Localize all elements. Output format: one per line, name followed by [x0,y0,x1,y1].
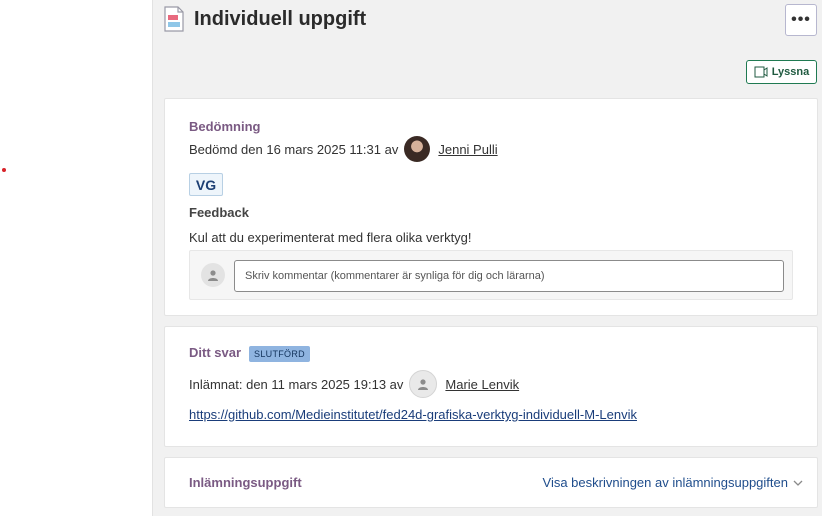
listen-button[interactable]: Lyssna [746,60,817,84]
page-header: Individuell uppgift ••• [163,4,822,36]
feedback-text: Kul att du experimenterat med flera olik… [189,230,472,245]
chevron-down-icon [793,480,803,486]
answer-meta: Inlämnat: den 11 mars 2025 19:13 av Mari… [189,369,519,399]
assessment-card: Bedömning Bedömd den 16 mars 2025 11:31 … [164,98,818,316]
comment-box [189,250,793,300]
listen-label: Lyssna [771,66,810,78]
feedback-heading: Feedback [189,205,249,220]
task-card: Inlämningsuppgift Visa beskrivningen av … [164,457,818,508]
show-description-link[interactable]: Visa beskrivningen av inlämningsuppgifte… [543,475,803,490]
assignment-document-icon [164,6,184,32]
user-avatar-icon [201,263,225,287]
answer-title: Ditt svar [189,345,242,360]
grade-badge: VG [189,173,223,196]
task-title: Inlämningsuppgift [189,475,302,490]
main-content: Individuell uppgift ••• Lyssna Bedömning… [152,0,822,516]
red-dot-marker [2,168,6,172]
submitter-avatar-icon [409,370,438,398]
submitter-link[interactable]: Marie Lenvik [445,377,519,392]
answer-meta-text: Inlämnat: den 11 mars 2025 19:13 av [189,376,404,392]
submission-url-link[interactable]: https://github.com/Medieinstitutet/fed24… [189,407,637,422]
show-description-label: Visa beskrivningen av inlämningsuppgifte… [542,475,788,490]
answer-card: Ditt svar SLUTFÖRD Inlämnat: den 11 mars … [164,326,818,447]
listen-speaker-icon [754,66,768,78]
assessor-avatar [404,136,431,162]
comment-input[interactable] [234,260,784,292]
assessment-title: Bedömning [189,119,261,134]
more-options-button[interactable]: ••• [785,4,817,36]
assessor-link[interactable]: Jenni Pulli [438,142,497,157]
left-pane [0,0,152,516]
assessment-meta-text: Bedömd den 16 mars 2025 11:31 av [189,141,399,157]
answer-title-row: Ditt svar SLUTFÖRD [189,345,310,362]
status-badge: SLUTFÖRD [249,345,310,362]
page-title: Individuell uppgift [194,7,367,30]
assessment-meta: Bedömd den 16 mars 2025 11:31 av Jenni P… [189,135,498,163]
